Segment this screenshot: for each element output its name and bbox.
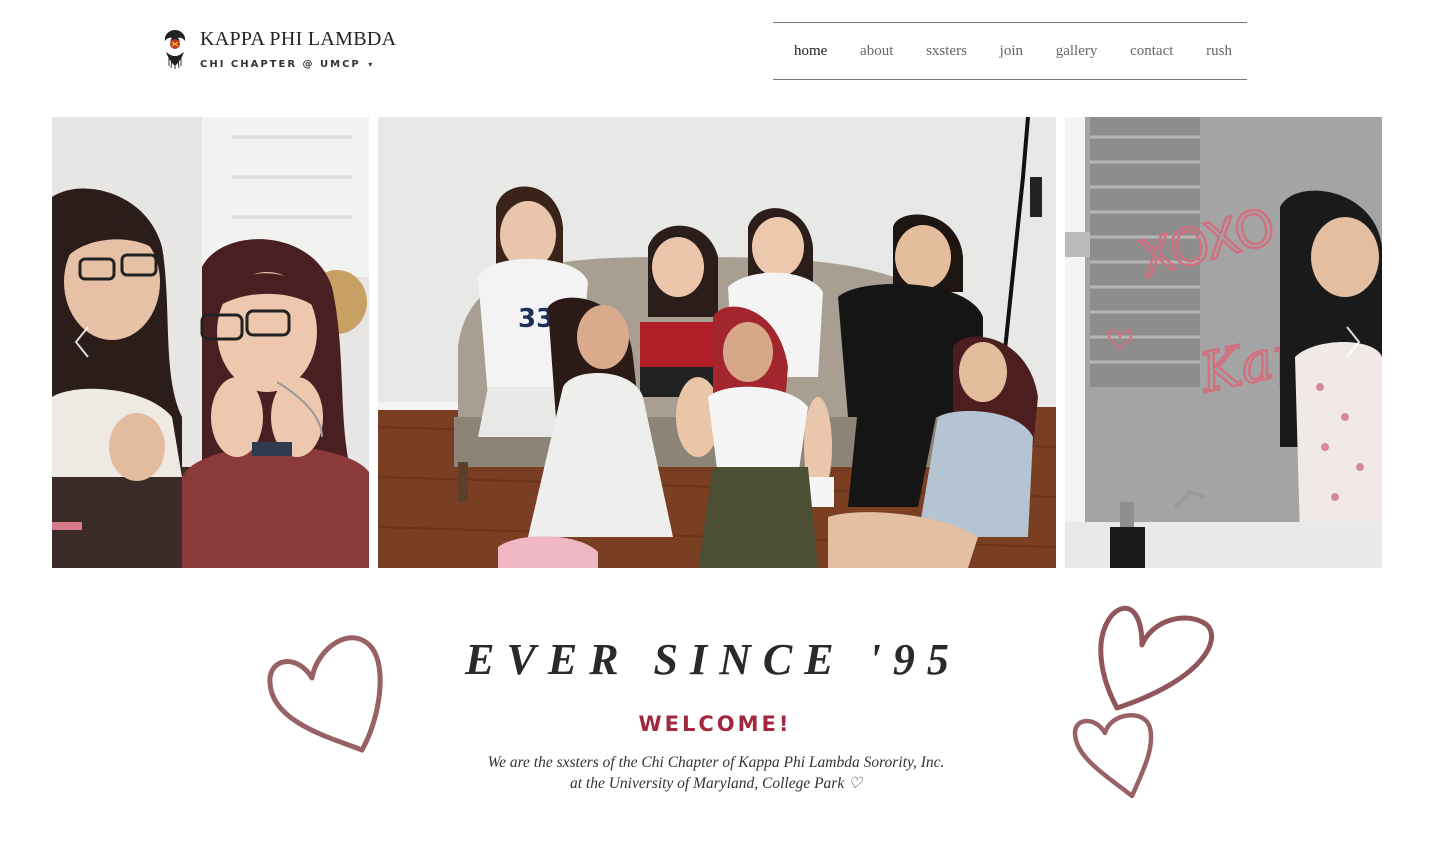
welcome-heading: WELCOME! [638,712,792,736]
gallery-photo-left[interactable] [52,117,369,568]
nav-rush[interactable]: rush [1206,43,1232,60]
hero-title: EVER SINCE '95 [465,635,961,684]
main-nav: home about sxsters join gallery contact … [773,22,1247,80]
chevron-left-icon [74,326,89,358]
gallery-photo-right[interactable]: XOXO Kappa [1065,117,1382,568]
nav-gallery[interactable]: gallery [1056,43,1098,60]
gallery-photo-center[interactable]: 33 [378,117,1056,568]
gallery-prev-button[interactable] [72,325,92,359]
logo-title: KAPPA PHI LAMBDA [200,28,397,50]
chevron-right-icon [1346,326,1361,358]
gallery-next-button[interactable] [1343,325,1363,359]
nav-home[interactable]: home [794,43,827,60]
page: KAPPA PHI LAMBDA CHI CHAPTER @ UMCP ▾ ho… [0,0,1440,845]
intro-line-2: at the University of Maryland, College P… [570,775,862,792]
chevron-down-icon: ▾ [368,60,375,69]
nav-about[interactable]: about [860,43,893,60]
intro-line-1: We are the sxsters of the Chi Chapter of… [487,754,945,771]
logo-subtitle-text: CHI CHAPTER @ UMCP [200,59,361,70]
logo-subtitle[interactable]: CHI CHAPTER @ UMCP ▾ [200,59,396,71]
nav-sxsters[interactable]: sxsters [926,43,967,60]
intro-text: We are the sxsters of the Chi Chapter of… [0,752,1432,794]
site-logo[interactable]: KAPPA PHI LAMBDA CHI CHAPTER @ UMCP ▾ [160,26,396,71]
nav-join[interactable]: join [1000,43,1023,60]
phoenix-crest-icon [164,30,186,69]
nav-contact[interactable]: contact [1130,43,1173,60]
